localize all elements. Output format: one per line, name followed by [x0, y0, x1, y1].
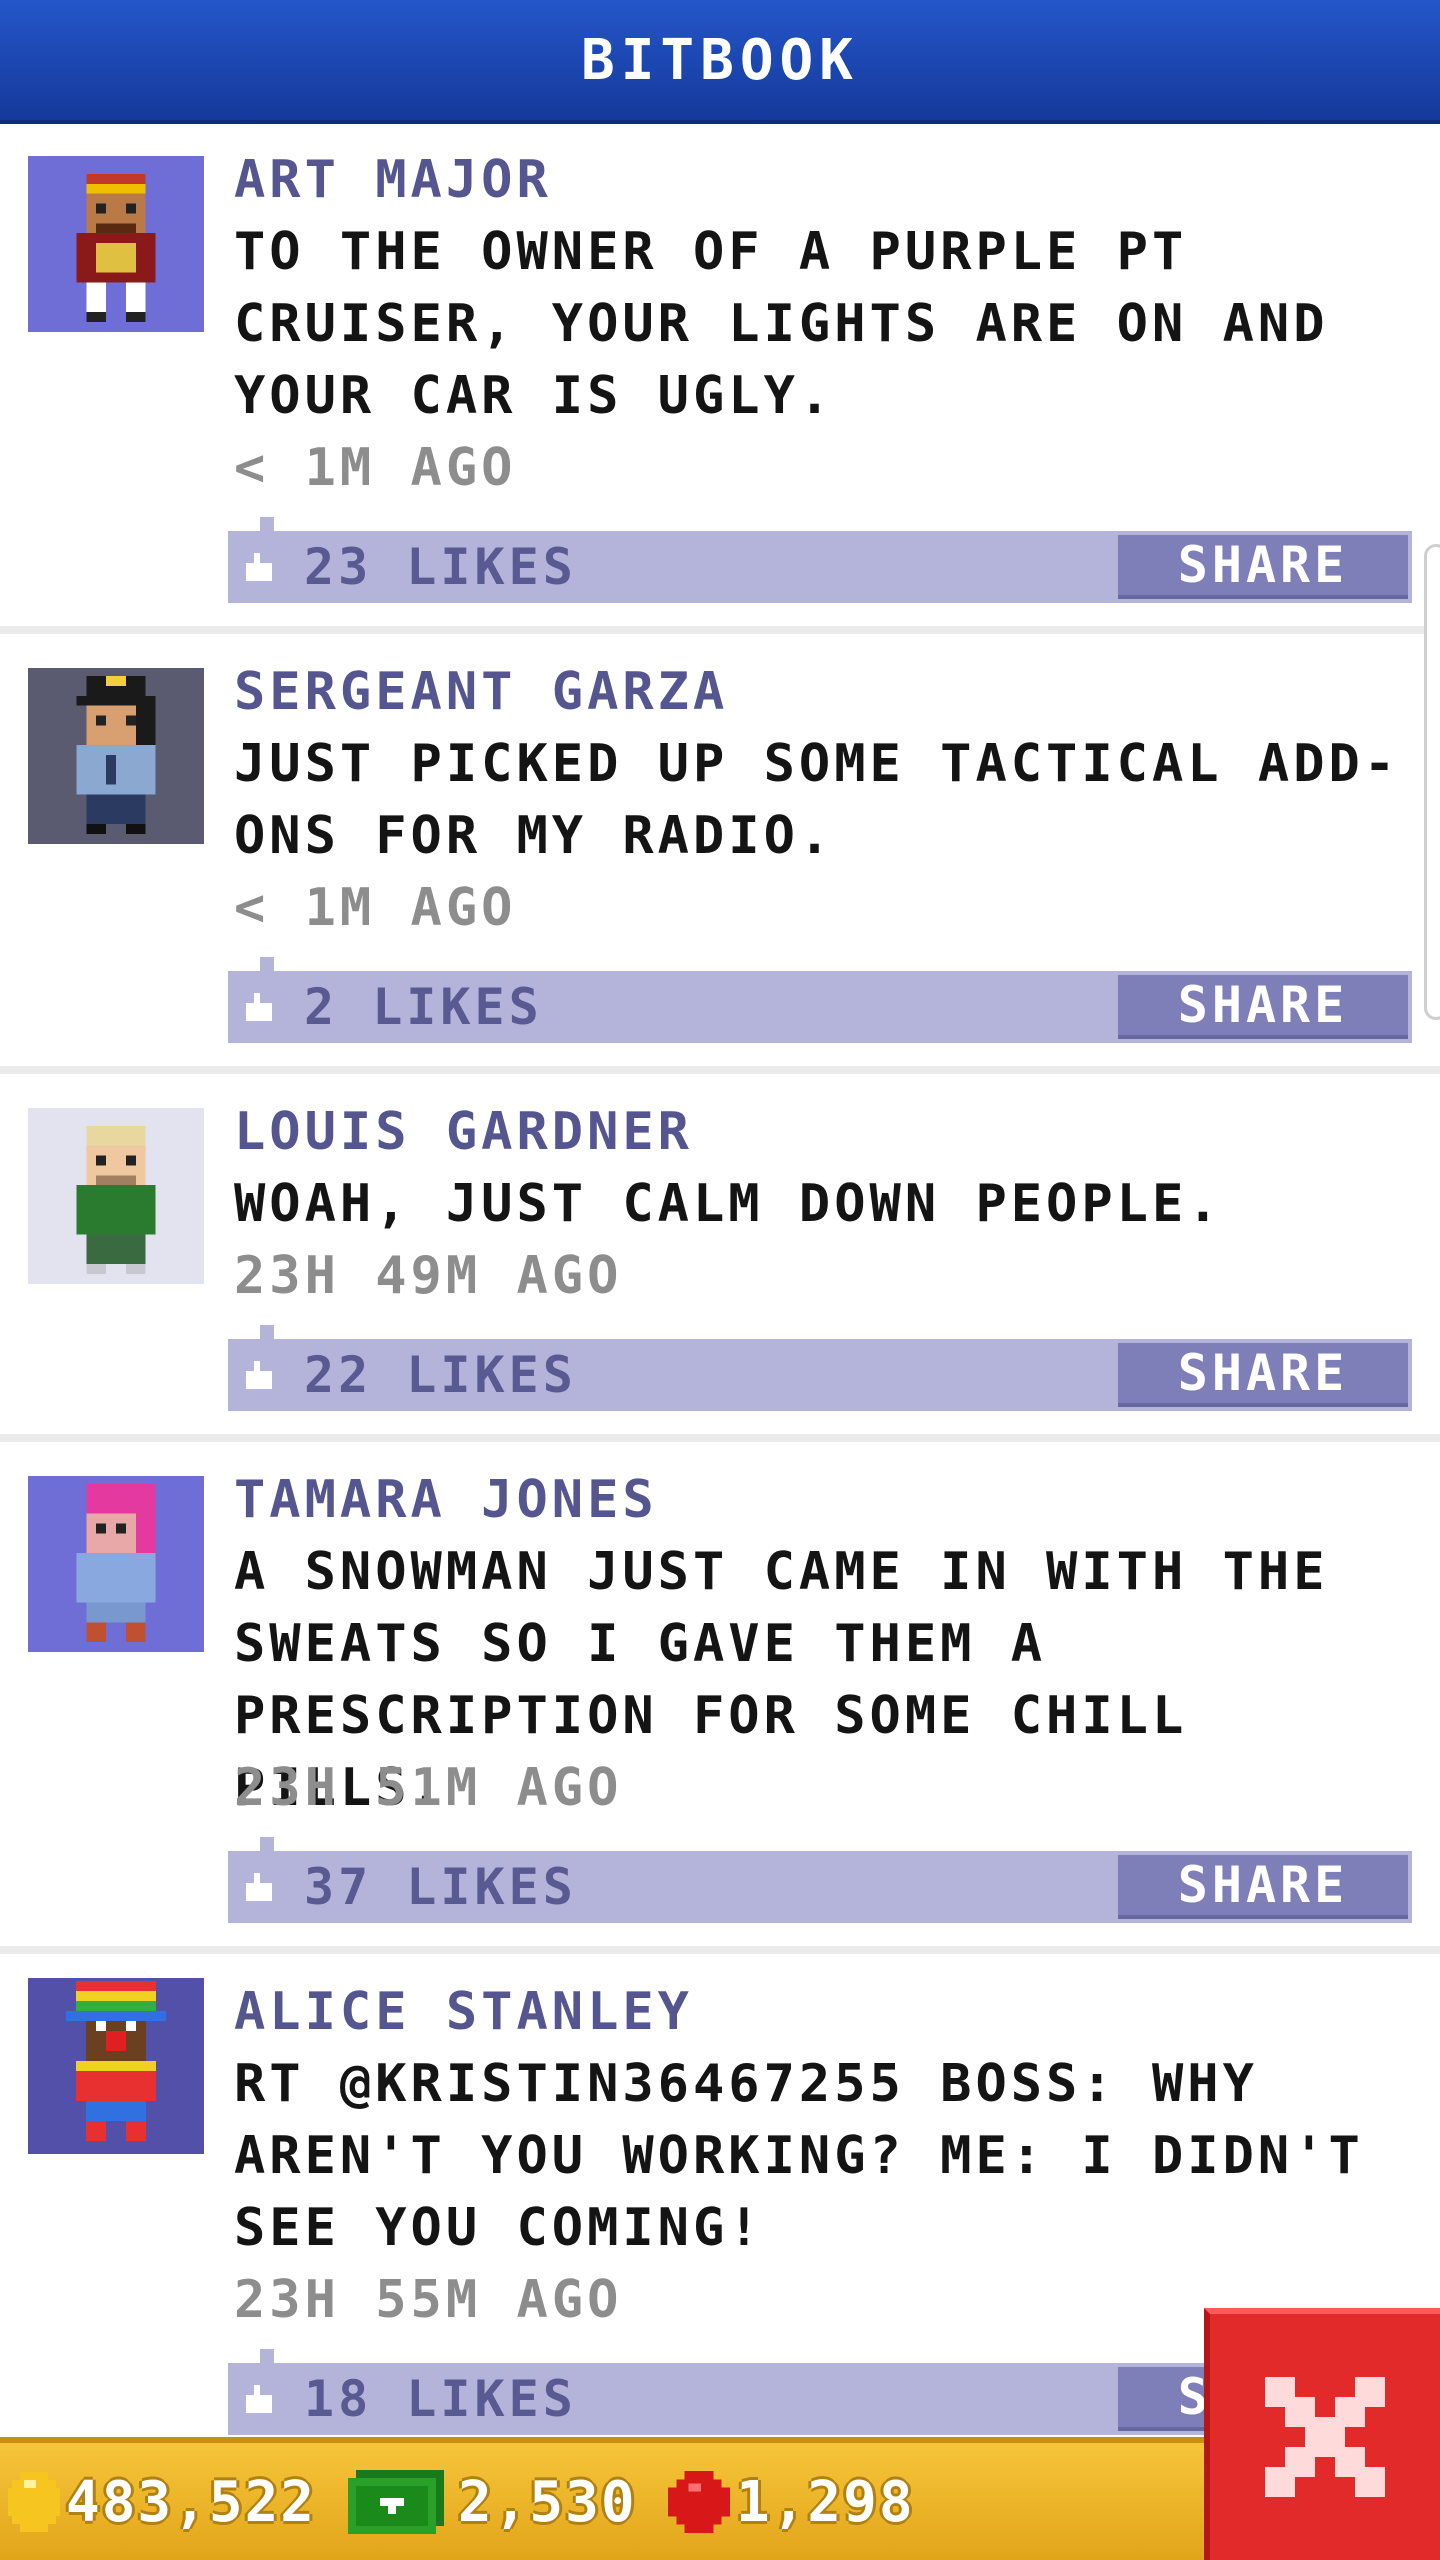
- coins-stat: 483,522: [8, 2467, 316, 2537]
- bar-notch: [260, 957, 274, 971]
- post-time: 23H 49M AGO: [234, 1246, 623, 1306]
- red-gem-icon: [668, 2471, 730, 2533]
- scroll-indicator[interactable]: [1424, 544, 1440, 1020]
- blond-man-avatar-icon[interactable]: [28, 1108, 204, 1284]
- thumbs-up-icon: [246, 1873, 272, 1901]
- post-text: WOAH, JUST CALM DOWN PEOPLE.: [234, 1174, 1223, 1234]
- post-author[interactable]: SERGEANT GARZA: [234, 656, 728, 728]
- share-button[interactable]: SHARE: [1118, 535, 1408, 599]
- divider: [0, 1066, 1440, 1074]
- coins-count: 483,522: [66, 2469, 317, 2535]
- thumbs-up-icon: [246, 1361, 272, 1389]
- tower-bux-icon: [348, 2470, 444, 2534]
- close-button[interactable]: [1204, 2308, 1440, 2560]
- likes-count[interactable]: 2 LIKES: [304, 971, 543, 1043]
- post-action-bar: 23 LIKES SHARE: [228, 517, 1412, 603]
- clown-avatar-icon[interactable]: [28, 1978, 204, 2154]
- post-time: 23H 51M AGO: [234, 1758, 623, 1818]
- app-header: BITBOOK: [0, 0, 1440, 124]
- post-action-bar: 22 LIKES SHARE: [228, 1325, 1412, 1411]
- bar-notch: [260, 2349, 274, 2363]
- thumbs-up-icon: [246, 993, 272, 1021]
- post-action-bar: 37 LIKES SHARE: [228, 1837, 1412, 1923]
- post-author[interactable]: ART MAJOR: [234, 144, 552, 216]
- bellhop-avatar-icon[interactable]: [28, 156, 204, 332]
- divider: [0, 1434, 1440, 1442]
- post-author[interactable]: LOUIS GARDNER: [234, 1096, 693, 1168]
- pink-hair-woman-avatar-icon[interactable]: [28, 1476, 204, 1652]
- post-text: TO THE OWNER OF A PURPLE PT CRUISER, YOU…: [234, 222, 1329, 426]
- post-text: RT @KRISTIN36467255 BOSS: WHY AREN'T YOU…: [234, 2054, 1364, 2258]
- divider: [0, 1946, 1440, 1954]
- share-button[interactable]: SHARE: [1118, 975, 1408, 1039]
- post-time: < 1M AGO: [234, 438, 517, 498]
- likes-count[interactable]: 22 LIKES: [304, 1339, 577, 1411]
- likes-count[interactable]: 23 LIKES: [304, 531, 577, 603]
- app-title: BITBOOK: [580, 27, 859, 93]
- thumbs-up-icon: [246, 2385, 272, 2413]
- bux-stat: 2,530: [348, 2467, 637, 2537]
- gems-stat: 1,298: [668, 2467, 915, 2537]
- share-button[interactable]: SHARE: [1118, 1855, 1408, 1919]
- bar-notch: [260, 517, 274, 531]
- post-action-bar: 2 LIKES SHARE: [228, 957, 1412, 1043]
- thumbs-up-icon: [246, 553, 272, 581]
- bar-notch: [260, 1837, 274, 1851]
- close-x-icon: [1265, 2377, 1385, 2497]
- likes-count[interactable]: 18 LIKES: [304, 2363, 577, 2435]
- police-officer-avatar-icon[interactable]: [28, 668, 204, 844]
- gold-coin-icon: [8, 2472, 60, 2532]
- post-author[interactable]: ALICE STANLEY: [234, 1976, 693, 2048]
- post-time: 23H 55M AGO: [234, 2270, 623, 2330]
- share-button[interactable]: SHARE: [1118, 1343, 1408, 1407]
- post-author[interactable]: TAMARA JONES: [234, 1464, 658, 1536]
- divider: [0, 626, 1440, 634]
- likes-count[interactable]: 37 LIKES: [304, 1851, 577, 1923]
- bar-notch: [260, 1325, 274, 1339]
- feed[interactable]: ART MAJOR TO THE OWNER OF A PURPLE PT CR…: [0, 124, 1440, 2437]
- post-text: JUST PICKED UP SOME TACTICAL ADD-ONS FOR…: [234, 734, 1400, 866]
- post-time: < 1M AGO: [234, 878, 517, 938]
- gems-count: 1,298: [736, 2469, 915, 2535]
- bux-count: 2,530: [458, 2469, 637, 2535]
